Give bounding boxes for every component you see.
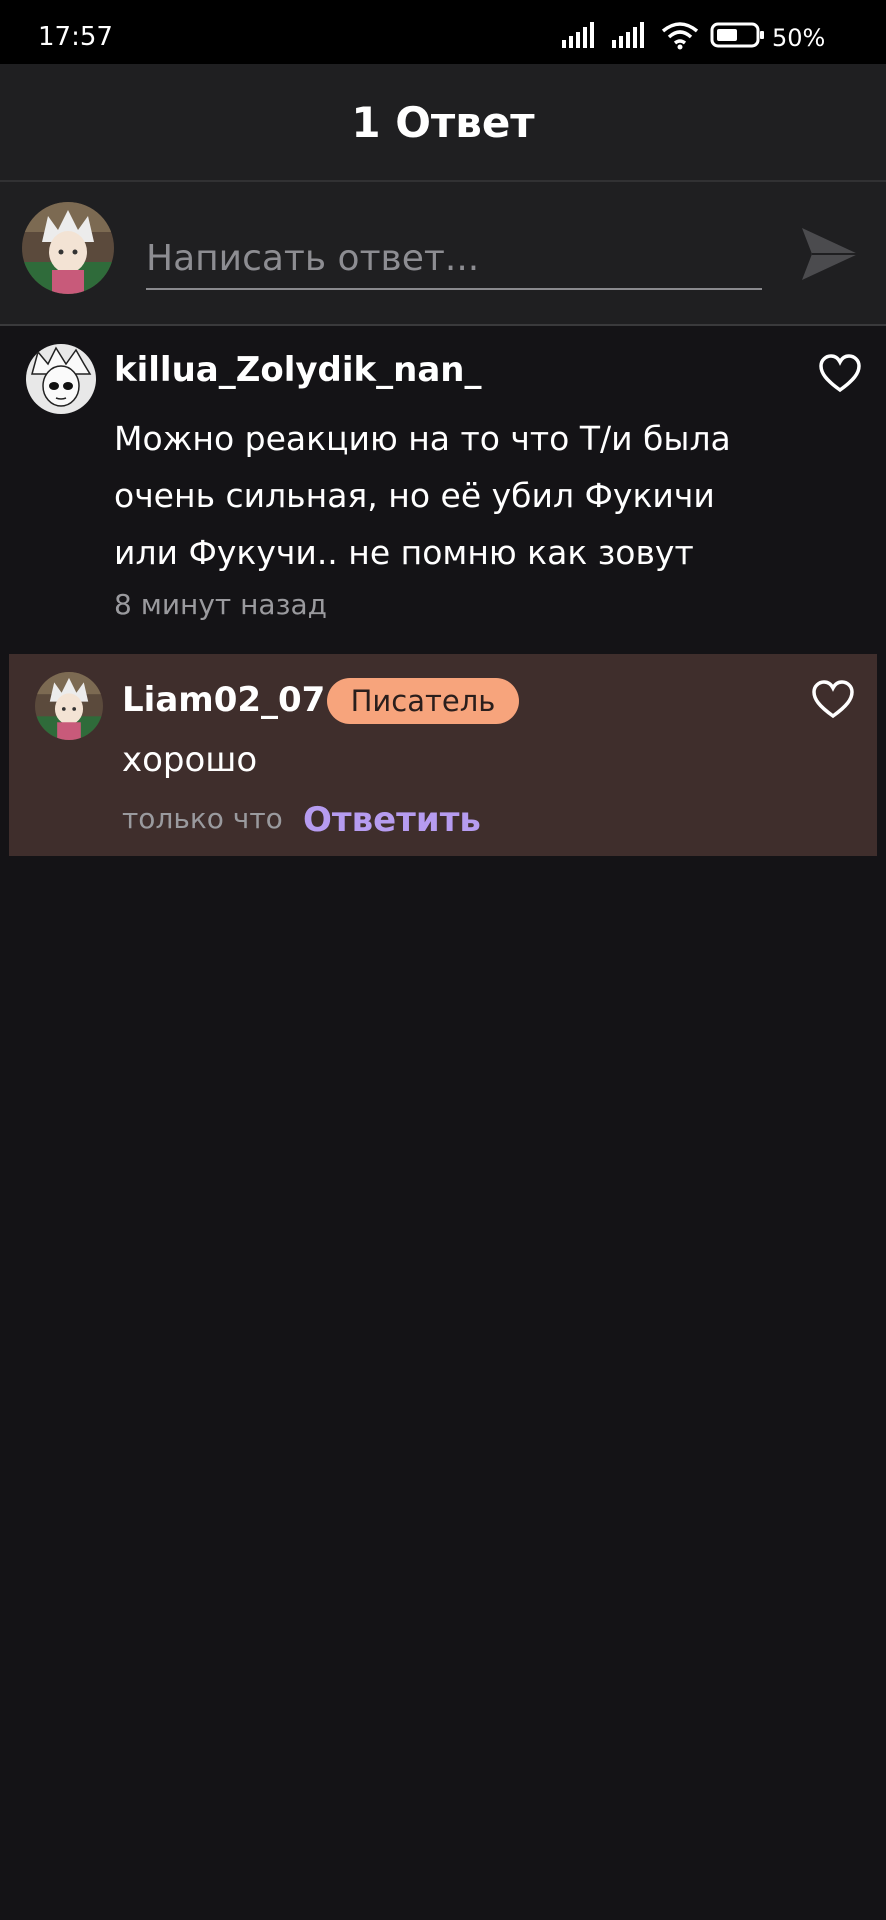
reply-composer [0, 182, 886, 326]
wifi-icon [661, 22, 699, 50]
reply-timestamp: только что [122, 802, 283, 835]
heart-icon[interactable] [818, 354, 862, 394]
status-icons: 50% [560, 20, 850, 52]
status-time: 17:57 [38, 22, 113, 52]
header: 1 Ответ [0, 64, 886, 182]
reply-item: Liam02_07 Писатель хорошо только что Отв… [9, 654, 877, 856]
status-bar: 17:57 50% [0, 0, 886, 64]
comment-timestamp: 8 минут назад [114, 588, 327, 621]
reply-input[interactable] [146, 228, 762, 290]
comment-text: Можно реакцию на то что Т/и была очень с… [114, 419, 731, 572]
heart-icon[interactable] [811, 680, 855, 720]
reply-button[interactable]: Ответить [303, 800, 481, 840]
writer-badge: Писатель [327, 678, 519, 724]
current-user-avatar[interactable] [22, 202, 114, 294]
signal-icon [612, 22, 644, 48]
reply-text: хорошо [122, 740, 258, 780]
battery-percentage: 50% [772, 24, 826, 52]
battery-icon [710, 22, 764, 48]
page-title: 1 Ответ [351, 98, 535, 147]
comment: killua_Zolydik_nan_ Можно реакцию на то … [0, 326, 886, 650]
commenter-avatar[interactable] [26, 344, 96, 414]
signal-icon [562, 22, 594, 48]
reply-author-username[interactable]: Liam02_07 [122, 680, 325, 720]
commenter-username[interactable]: killua_Zolydik_nan_ [114, 350, 482, 390]
send-icon[interactable] [798, 222, 862, 286]
reply-author-avatar[interactable] [35, 672, 103, 740]
